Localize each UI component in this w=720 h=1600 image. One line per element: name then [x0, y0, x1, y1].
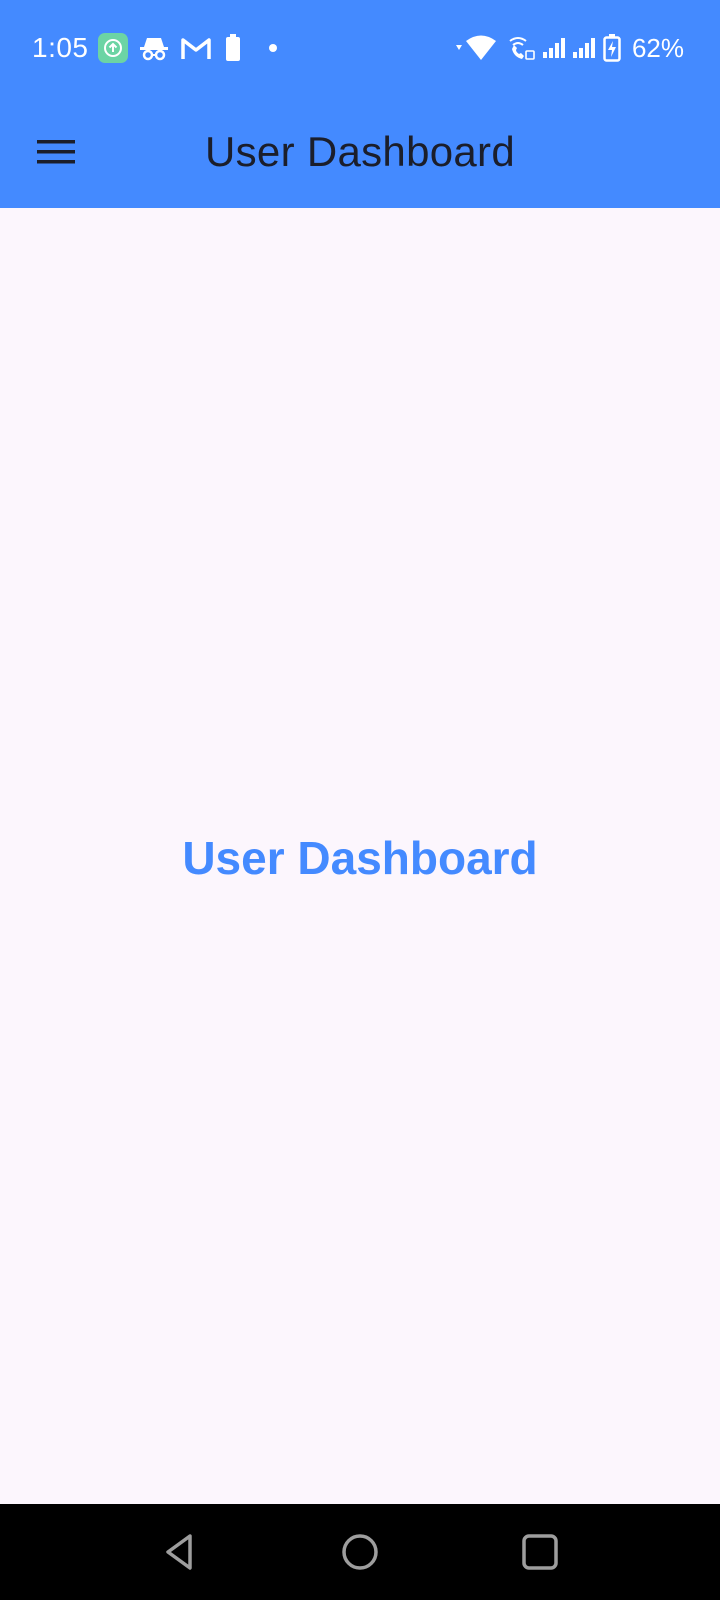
main-content: User Dashboard: [0, 208, 720, 1504]
battery-charging-icon: [602, 33, 622, 63]
incognito-icon: [138, 34, 170, 62]
wifi-calling-icon: [506, 33, 536, 63]
battery-percent: 62%: [631, 33, 684, 63]
screen: 1:05 62% User Dashboard User Dashboard: [0, 0, 720, 1600]
app-bar: User Dashboard: [0, 96, 720, 208]
signal-icon: [542, 36, 566, 60]
status-time: 1:05: [32, 32, 89, 63]
battery-small-icon: [222, 33, 244, 63]
upload-app-icon: [98, 33, 128, 63]
dot-icon: [268, 43, 278, 53]
back-button[interactable]: [156, 1528, 204, 1576]
wifi-icon: [454, 33, 500, 63]
signal-icon: [572, 36, 596, 60]
dashboard-heading: User Dashboard: [182, 832, 538, 884]
recents-button[interactable]: [516, 1528, 564, 1576]
gmail-icon: [180, 35, 212, 61]
app-bar-title: User Dashboard: [204, 128, 515, 175]
system-nav-bar: [0, 1504, 720, 1600]
back-icon: [160, 1532, 200, 1572]
status-bar: 1:05 62%: [0, 0, 720, 96]
status-icons-left: [98, 32, 278, 64]
home-icon: [340, 1532, 380, 1572]
recents-icon: [520, 1532, 560, 1572]
home-button[interactable]: [336, 1528, 384, 1576]
status-icons-right: 62%: [454, 30, 684, 66]
